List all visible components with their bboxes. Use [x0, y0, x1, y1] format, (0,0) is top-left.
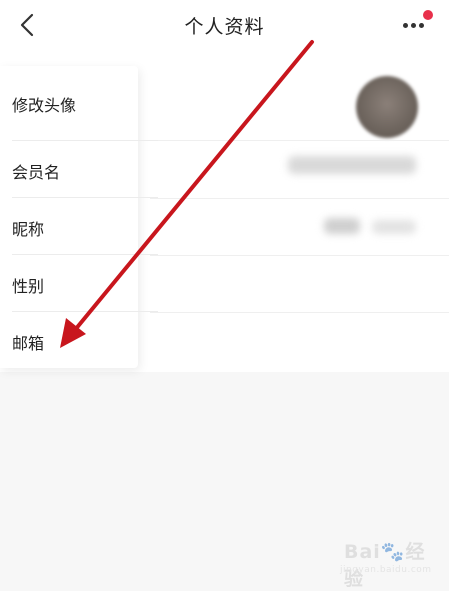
more-horizontal-icon	[403, 23, 408, 28]
nickname-value	[324, 218, 360, 234]
watermark-brand-text: Bai	[344, 541, 381, 563]
more-dot	[419, 23, 424, 28]
avatar[interactable]	[356, 76, 418, 138]
row-divider	[150, 255, 449, 256]
watermark-site: jingyan.baidu.com	[340, 565, 432, 575]
row-divider	[150, 140, 449, 141]
watermark: Bai🐾经验 jingyan.baidu.com	[334, 535, 434, 590]
profile-content: 修改头像 会员名 昵称 性别 邮箱	[0, 52, 449, 372]
menu-item-label: 昵称	[12, 220, 45, 239]
member-name-value	[288, 156, 416, 174]
top-bar: 个人资料	[0, 0, 449, 52]
menu-item-label: 性别	[12, 277, 45, 296]
more-dot	[411, 23, 416, 28]
nickname-arrow	[372, 220, 416, 234]
menu-item-nickname[interactable]: 昵称	[0, 198, 160, 254]
menu-item-email[interactable]: 邮箱	[0, 312, 160, 368]
row-divider	[150, 198, 449, 199]
page-title: 个人资料	[184, 16, 265, 38]
notification-badge	[423, 10, 433, 20]
watermark-brand: Bai🐾经验	[344, 537, 434, 591]
paw-icon: 🐾	[380, 541, 406, 563]
menu-item-member-name[interactable]: 会员名	[0, 141, 160, 197]
menu-item-label: 修改头像	[12, 96, 77, 115]
profile-menu-card: 修改头像 会员名 昵称 性别 邮箱	[0, 66, 158, 368]
menu-item-avatar[interactable]: 修改头像	[0, 66, 160, 140]
menu-item-label: 邮箱	[12, 334, 45, 353]
row-divider	[150, 312, 449, 313]
menu-item-label: 会员名	[12, 163, 61, 182]
menu-item-gender[interactable]: 性别	[0, 255, 160, 311]
more-button[interactable]	[399, 10, 435, 40]
